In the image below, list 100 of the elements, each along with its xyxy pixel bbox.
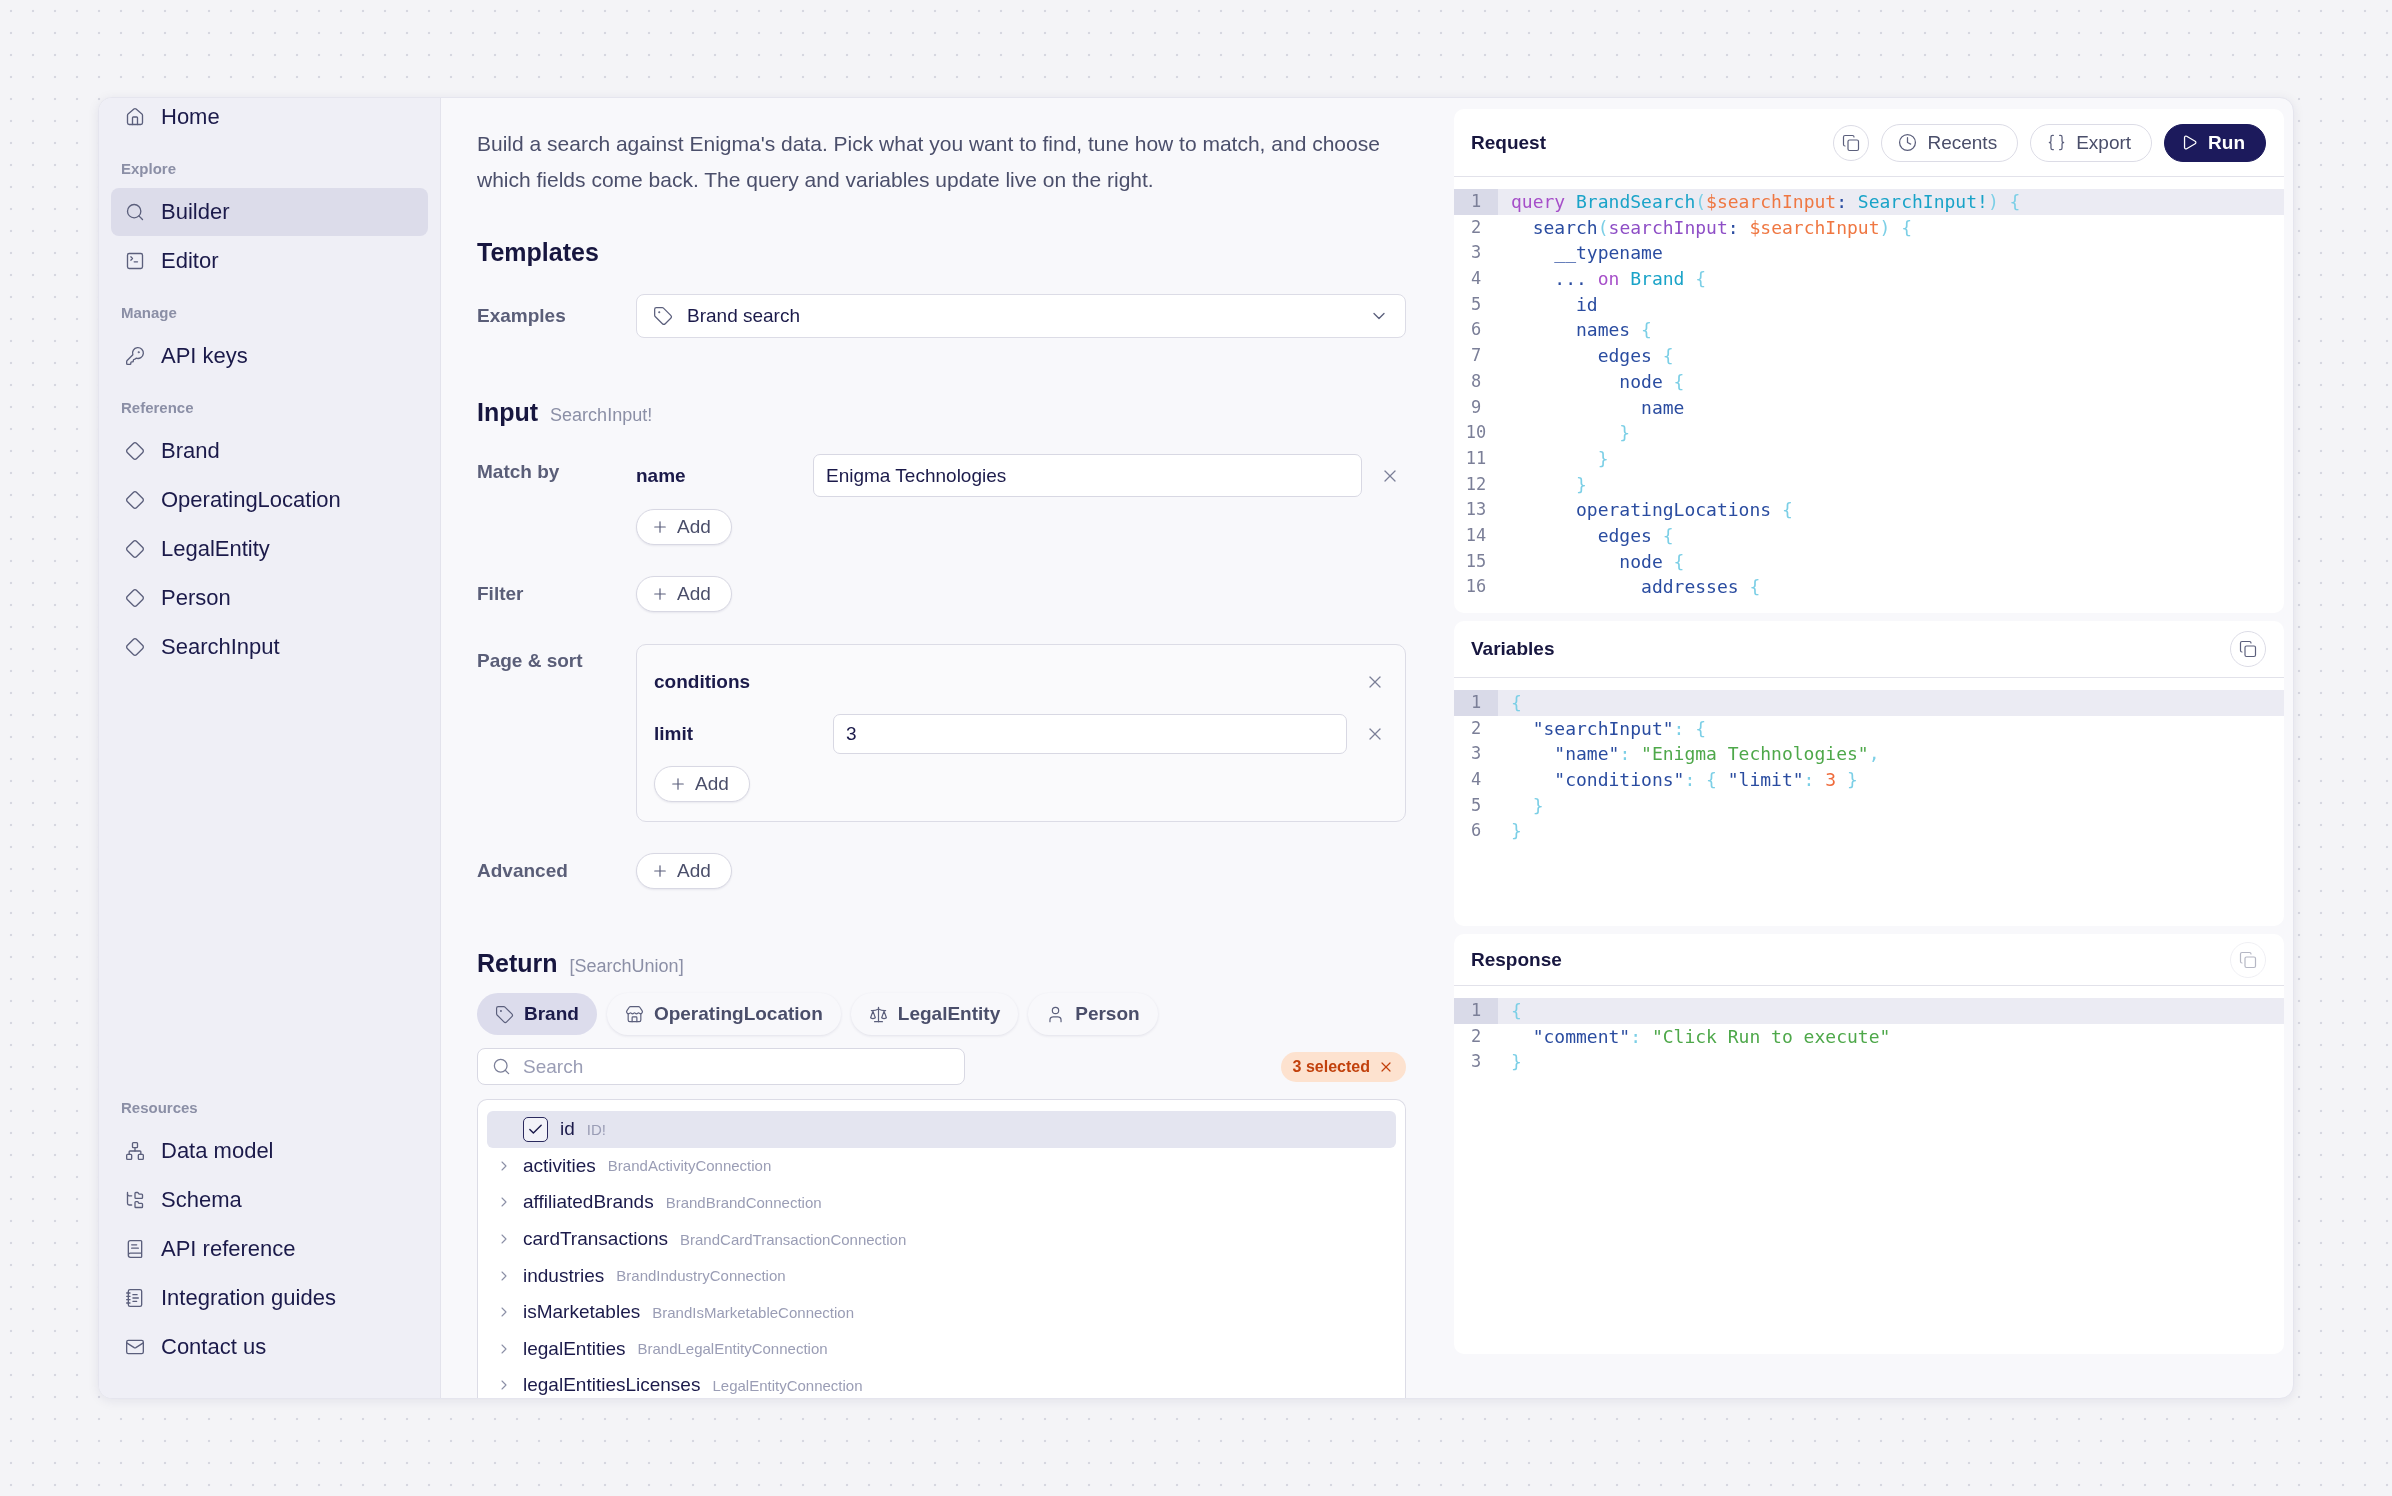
line-number: 7 <box>1469 344 1483 368</box>
line-number: 9 <box>1469 395 1483 419</box>
code-line: addresses { <box>1640 575 1762 600</box>
section-label: Manage <box>120 303 178 323</box>
selected-row[interactable]: id ID! <box>487 1111 1396 1148</box>
export-button[interactable]: Export <box>2030 123 2153 162</box>
notebook-icon <box>125 1288 145 1308</box>
field-name: limit <box>654 723 695 745</box>
code-line: } <box>1575 472 1588 497</box>
add-button[interactable]: Add <box>654 766 750 802</box>
nav-item[interactable]: Home <box>111 98 428 141</box>
line-number: 2 <box>1469 1024 1483 1048</box>
checkbox[interactable] <box>523 1116 548 1142</box>
nav-item[interactable]: API keys <box>111 332 428 380</box>
copy-icon <box>2239 640 2257 658</box>
nav-item[interactable]: Brand <box>111 427 428 475</box>
section-heading: Input <box>477 397 539 427</box>
limit-input[interactable]: 3 <box>833 714 1347 754</box>
plus-icon <box>669 775 687 793</box>
code-line: name <box>1640 395 1686 420</box>
code-line: "comment": "Click Run to execute" <box>1531 1024 1892 1049</box>
run-button[interactable]: Run <box>2164 123 2266 162</box>
key-icon <box>125 346 145 366</box>
copy-icon <box>2239 950 2257 969</box>
line-number: 2 <box>1469 716 1483 740</box>
line-number: 3 <box>1469 742 1483 766</box>
field-name: id <box>560 1118 575 1141</box>
add-button[interactable]: Add <box>636 576 732 612</box>
type-tab[interactable]: Person <box>1028 993 1158 1035</box>
diamond-icon <box>125 539 145 559</box>
field-type: BrandLegalEntityConnection <box>637 1340 828 1358</box>
nav-item[interactable]: Person <box>111 574 428 622</box>
tag-icon <box>495 1004 514 1024</box>
nav-item[interactable]: OperatingLocation <box>111 476 428 524</box>
line-number: 4 <box>1469 267 1483 291</box>
house-icon <box>125 107 145 127</box>
section-label: Reference <box>120 398 195 418</box>
add-button[interactable]: Add <box>636 509 732 545</box>
nav-item[interactable]: Builder <box>111 188 428 236</box>
code-line: operatingLocations { <box>1575 498 1794 523</box>
nav-item[interactable]: Integration guides <box>111 1274 428 1322</box>
section-heading: Templates <box>477 237 599 267</box>
name-input[interactable]: Enigma Technologies <box>813 454 1362 497</box>
play-icon <box>2181 134 2199 151</box>
line-number: 5 <box>1469 292 1483 316</box>
copy-button[interactable] <box>2230 631 2266 667</box>
line-number: 15 <box>1464 549 1488 573</box>
code-line: } <box>1618 421 1632 446</box>
mail-icon <box>125 1337 145 1357</box>
add-button[interactable]: Add <box>636 853 732 889</box>
code-line: edges { <box>1596 523 1675 548</box>
diamond-icon <box>125 588 145 608</box>
type-tab[interactable]: LegalEntity <box>850 993 1019 1035</box>
field-name: industries <box>523 1264 605 1287</box>
code-line: ... on Brand { <box>1553 267 1708 292</box>
store-icon <box>624 1004 644 1024</box>
plus-icon <box>651 518 669 536</box>
copy-button[interactable] <box>1833 124 1870 161</box>
field-name: name <box>636 464 687 487</box>
field-type: BrandIndustryConnection <box>616 1267 786 1285</box>
type-hint: [SearchUnion] <box>569 956 684 977</box>
search-input[interactable]: Search <box>521 1054 950 1079</box>
nav-item[interactable]: Data model <box>111 1127 428 1175</box>
line-number: 2 <box>1469 215 1483 239</box>
diamond-icon <box>125 441 145 461</box>
type-tab[interactable]: OperatingLocation <box>606 993 841 1035</box>
field-name: affiliatedBrands <box>523 1191 654 1214</box>
line-number: 3 <box>1469 241 1483 265</box>
clock-icon <box>1898 133 1918 152</box>
search-icon <box>125 202 145 222</box>
nav-item[interactable]: Schema <box>111 1176 428 1224</box>
line-number: 4 <box>1469 768 1483 792</box>
section-heading: Return <box>477 948 558 978</box>
line-number: 5 <box>1469 793 1483 817</box>
nav-item[interactable]: Contact us <box>111 1323 428 1371</box>
line-number: 11 <box>1464 446 1488 470</box>
examples-dropdown[interactable]: Brand search <box>636 294 1406 338</box>
type-hint: SearchInput! <box>550 405 653 426</box>
terminal-icon <box>125 251 145 271</box>
diamond-icon <box>125 490 145 510</box>
search-field[interactable]: Search <box>477 1048 965 1085</box>
field-type: BrandBrandConnection <box>665 1194 822 1211</box>
nav-item[interactable]: API reference <box>111 1225 428 1273</box>
line-number: 13 <box>1464 498 1488 522</box>
line-number: 14 <box>1464 523 1488 547</box>
type-tab[interactable]: Brand <box>477 993 597 1035</box>
nav-item[interactable]: Editor <box>111 237 428 285</box>
field-type: BrandIsMarketableConnection <box>652 1303 854 1321</box>
nav-item[interactable]: LegalEntity <box>111 525 428 573</box>
nav-item[interactable]: SearchInput <box>111 623 428 671</box>
search-icon <box>492 1057 511 1076</box>
row-label: Advanced <box>477 859 569 883</box>
row-label: Filter <box>477 582 525 606</box>
row-label: Match by <box>477 460 561 484</box>
line-number: 10 <box>1464 421 1488 445</box>
recents-button[interactable]: Recents <box>1881 123 2019 162</box>
line-number: 16 <box>1464 575 1488 599</box>
intro-text: Build a search against Enigma's data. Pick what you want to find, tune how to match, and choose which fields come back. The query and variables update live on the right. <box>477 131 1381 193</box>
plus-icon <box>651 862 669 880</box>
code-line: search(searchInput: $searchInput) { <box>1531 215 1913 240</box>
